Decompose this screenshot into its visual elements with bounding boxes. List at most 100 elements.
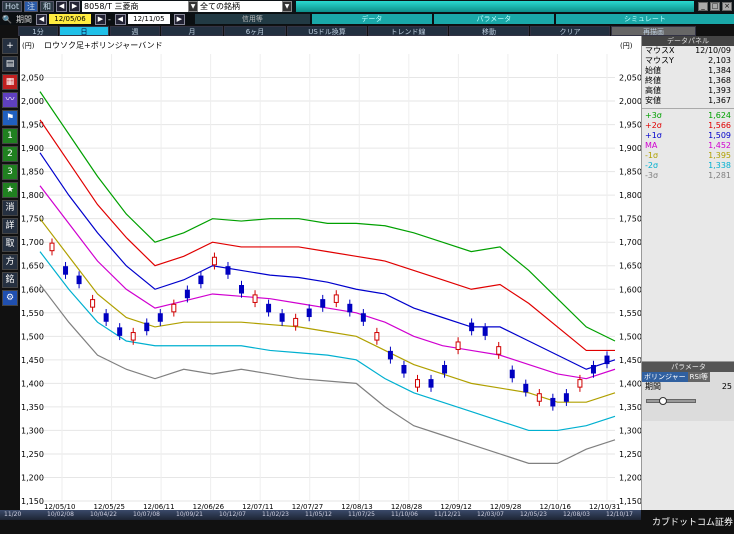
tf-1min[interactable]: 1分 [18,25,58,36]
minimize-icon[interactable]: _ [698,2,708,11]
tf-weekly[interactable]: 週 [110,25,160,36]
section-data[interactable]: データ [311,14,432,24]
x-tick-label: 12/08/13 [341,503,372,510]
band-line [39,218,616,403]
period-bar: 🔍 期間 ◀ 12/05/06 ▶ - ◀ 12/11/05 ▶ 信用等 データ… [0,13,734,25]
tf-daily[interactable]: 日 [59,25,109,36]
navigator-strip[interactable]: 11/20 10/02/08 10/04/22 10/07/08 10/09/21 10/… [0,510,641,520]
bollinger-chart[interactable]: 1,150 1,150 1,200 1,200 1,250 1,250 1,300 1,300… [20,36,642,511]
gear-icon[interactable]: ⚙ [2,290,18,306]
parameter-panel: パラメータ ボリンジャー RSI等 期間 25 [642,361,734,421]
redraw-button[interactable]: 再描画 [611,25,696,36]
period-slider[interactable] [646,397,696,405]
print-icon[interactable]: ▤ [2,56,18,72]
tool-delete-icon[interactable]: 消 [2,200,18,216]
star-icon[interactable]: ★ [2,182,18,198]
tool-brand-icon[interactable]: 銘 [2,272,18,288]
crosshair-icon[interactable]: + [2,38,18,54]
candle-body [414,379,420,388]
band-value: 1,395 [708,151,731,160]
date-to-input[interactable]: 12/11/05 [127,14,170,24]
candle-body [509,369,515,379]
navigator-label: 11/05/12 [305,511,332,518]
tab-3-button[interactable]: 和 [40,1,55,12]
usd-convert-button[interactable]: USドル換算 [287,25,367,36]
tab-2-button[interactable]: 注 [24,1,39,12]
close-icon[interactable]: × [722,2,732,11]
y-tick-right: 1,700 [619,238,641,247]
band-row: -3σ 1,281 [642,171,734,181]
y-tick-right: 1,250 [619,450,641,459]
chart-red-icon[interactable]: ▦ [2,74,18,90]
y-tick-left: 1,450 [21,356,44,365]
tool-detail-icon[interactable]: 詳 [2,218,18,234]
tool-method-icon[interactable]: 方 [2,254,18,270]
panel-row: 終値 1,368 [642,76,734,86]
y-tick-right: 1,300 [619,426,641,435]
tf-monthly[interactable]: 月 [161,25,223,36]
panel-key: 高値 [645,86,661,95]
param-tab-2[interactable]: RSI等 [687,372,711,382]
candle-body [333,294,339,303]
x-tick-label: 12/10/16 [539,503,571,510]
y-tick-left: 2,000 [21,97,44,106]
y-tick-right: 1,350 [619,403,641,412]
clear-button[interactable]: クリア [530,25,610,36]
band-line [39,284,616,464]
panel-key: 終値 [645,76,661,85]
move-button[interactable]: 移動 [449,25,529,36]
date-to-prev-button[interactable]: ◀ [114,13,126,25]
band-row: MA 1,452 [642,141,734,151]
search-icon[interactable]: 🔍 [2,15,12,24]
flag-icon[interactable]: ⚑ [2,110,18,126]
candle-body [482,327,488,336]
next-symbol-button[interactable]: ▶ [69,1,81,12]
section-params[interactable]: パラメータ [433,14,554,24]
tf-6month[interactable]: 6ヶ月 [224,25,286,36]
symbol-input[interactable]: 8058/T 三菱商 [82,1,189,12]
prev-symbol-button[interactable]: ◀ [56,1,68,12]
x-tick-label: 12/06/11 [143,503,174,510]
candle-body [523,383,529,393]
sector-dropdown2-icon[interactable]: ▼ [282,1,293,12]
candle-body [374,332,380,341]
candle-body [577,379,583,388]
hot-button[interactable]: Hot [2,1,23,12]
band-line [39,119,615,352]
candle-body [144,322,150,332]
param-period-value[interactable]: 25 [722,382,732,392]
y-tick-left: 1,700 [21,238,44,247]
tool-1-icon[interactable]: 1 [2,128,18,144]
trendline-button[interactable]: トレンド線 [368,25,448,36]
candle-body [360,313,366,322]
chart-purple-icon[interactable]: 〰 [2,92,18,108]
band-key: +2σ [645,121,662,130]
maximize-icon[interactable]: □ [710,2,720,11]
candle-body [117,327,123,336]
date-prev-button[interactable]: ◀ [35,13,47,25]
date-to-next-button[interactable]: ▶ [173,13,185,25]
candle-body [306,308,312,318]
tool-trade-icon[interactable]: 取 [2,236,18,252]
navigator-label: 11/20 [4,511,22,518]
param-tab-bollinger[interactable]: ボリンジャー [642,372,688,382]
sector-select[interactable]: 全ての銘柄 [198,1,283,12]
candle-body [455,341,461,350]
tool-3-icon[interactable]: 3 [2,164,18,180]
date-next-button[interactable]: ▶ [94,13,106,25]
section-simulate[interactable]: シミュレート [555,14,734,24]
x-tick-label: 12/07/27 [292,503,323,510]
date-from-input[interactable]: 12/05/06 [48,14,91,24]
y-tick-right: 1,550 [619,309,641,318]
y-tick-left: 1,500 [21,332,44,341]
candle-body [320,299,326,308]
navigator-label: 11/12/21 [434,511,461,518]
x-tick-label: 12/07/11 [242,503,273,510]
sector-dropdown-icon[interactable]: ▼ [188,1,199,12]
chart-area[interactable]: 1,150 1,150 1,200 1,200 1,250 1,250 1,300 1,300… [20,36,642,511]
section-credit[interactable]: 信用等 [194,14,310,24]
data-panel-title: データパネル [642,36,734,46]
candle-body [590,364,596,374]
tool-2-icon[interactable]: 2 [2,146,18,162]
slider-knob[interactable] [659,397,667,405]
